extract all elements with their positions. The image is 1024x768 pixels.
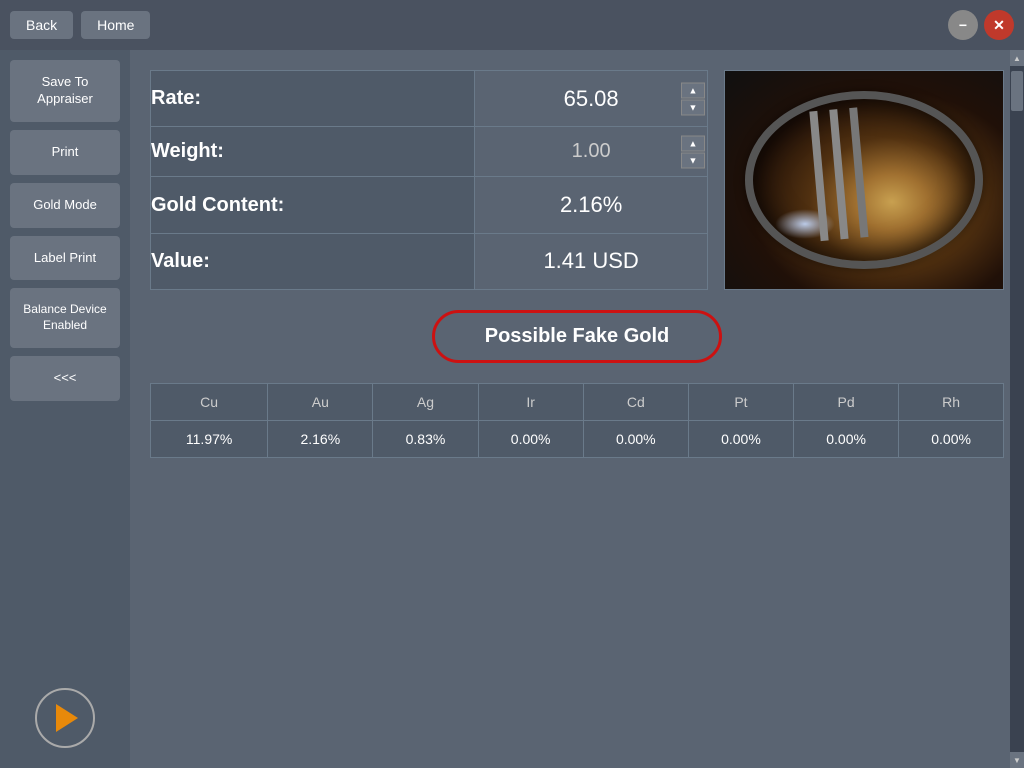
scroll-track[interactable] [1010,66,1024,752]
scroll-up-arrow[interactable]: ▲ [1010,50,1024,66]
play-button[interactable] [35,688,95,748]
window-controls: − ✕ [948,10,1014,40]
weight-down-button[interactable]: ▼ [681,152,705,168]
balance-device-button[interactable]: Balance Device Enabled [10,288,120,347]
top-bar: Back Home − ✕ [0,0,1024,50]
elements-section: CuAuAgIrCdPtPdRh 11.97%2.16%0.83%0.00%0.… [150,383,1004,458]
warning-text: Possible Fake Gold [485,325,670,347]
light-reflection [775,209,835,239]
element-value: 0.00% [688,421,793,458]
scroll-down-arrow[interactable]: ▼ [1010,752,1024,768]
label-print-button[interactable]: Label Print [10,236,120,281]
close-button[interactable]: ✕ [984,10,1014,40]
main-layout: Save To Appraiser Print Gold Mode Label … [0,50,1024,768]
element-header: Pd [794,384,899,421]
minimize-button[interactable]: − [948,10,978,40]
rate-up-button[interactable]: ▲ [681,82,705,98]
element-value: 0.00% [583,421,688,458]
top-section: Rate: 65.08 ▲ ▼ Weight: 1.00 ▲ [150,70,1004,290]
elements-header-row: CuAuAgIrCdPtPdRh [151,384,1003,421]
value-value: 1.41 USD [475,233,708,289]
elements-value-row: 11.97%2.16%0.83%0.00%0.00%0.00%0.00%0.00… [151,421,1003,458]
save-to-appraiser-button[interactable]: Save To Appraiser [10,60,120,122]
rate-value: 65.08 ▲ ▼ [475,71,708,127]
element-value: 0.00% [478,421,583,458]
rate-label: Rate: [151,71,475,127]
scroll-thumb[interactable] [1011,71,1023,111]
gold-mode-button[interactable]: Gold Mode [10,183,120,228]
play-icon [56,704,78,732]
print-button[interactable]: Print [10,130,120,175]
home-button[interactable]: Home [81,11,150,39]
gold-content-label: Gold Content: [151,177,475,233]
weight-value: 1.00 ▲ ▼ [475,127,708,177]
element-header: Cu [151,384,268,421]
back-nav-button[interactable]: <<< [10,356,120,401]
cam-view [725,71,1003,289]
back-button[interactable]: Back [10,11,73,39]
table-row: Gold Content: 2.16% [151,177,708,233]
warning-oval: Possible Fake Gold [432,310,723,363]
element-value: 0.00% [794,421,899,458]
table-row: Value: 1.41 USD [151,233,708,289]
data-table: Rate: 65.08 ▲ ▼ Weight: 1.00 ▲ [150,70,708,290]
rate-down-button[interactable]: ▼ [681,99,705,115]
elements-table: CuAuAgIrCdPtPdRh 11.97%2.16%0.83%0.00%0.… [151,384,1003,457]
element-header: Ir [478,384,583,421]
element-value: 0.83% [373,421,478,458]
content-area: Rate: 65.08 ▲ ▼ Weight: 1.00 ▲ [130,50,1024,768]
table-row: Rate: 65.08 ▲ ▼ [151,71,708,127]
camera-image [724,70,1004,290]
element-value: 2.16% [268,421,373,458]
element-header: Rh [899,384,1003,421]
gold-content-value: 2.16% [475,177,708,233]
scrollbar[interactable]: ▲ ▼ [1010,50,1024,768]
value-label: Value: [151,233,475,289]
element-value: 11.97% [151,421,268,458]
sidebar: Save To Appraiser Print Gold Mode Label … [0,50,130,768]
weight-spinner[interactable]: ▲ ▼ [681,135,705,168]
rate-spinner[interactable]: ▲ ▼ [681,82,705,115]
element-header: Pt [688,384,793,421]
element-header: Ag [373,384,478,421]
warning-section: Possible Fake Gold [150,310,1004,363]
element-header: Au [268,384,373,421]
element-value: 0.00% [899,421,1003,458]
element-header: Cd [583,384,688,421]
weight-label: Weight: [151,127,475,177]
weight-up-button[interactable]: ▲ [681,135,705,151]
table-row: Weight: 1.00 ▲ ▼ [151,127,708,177]
